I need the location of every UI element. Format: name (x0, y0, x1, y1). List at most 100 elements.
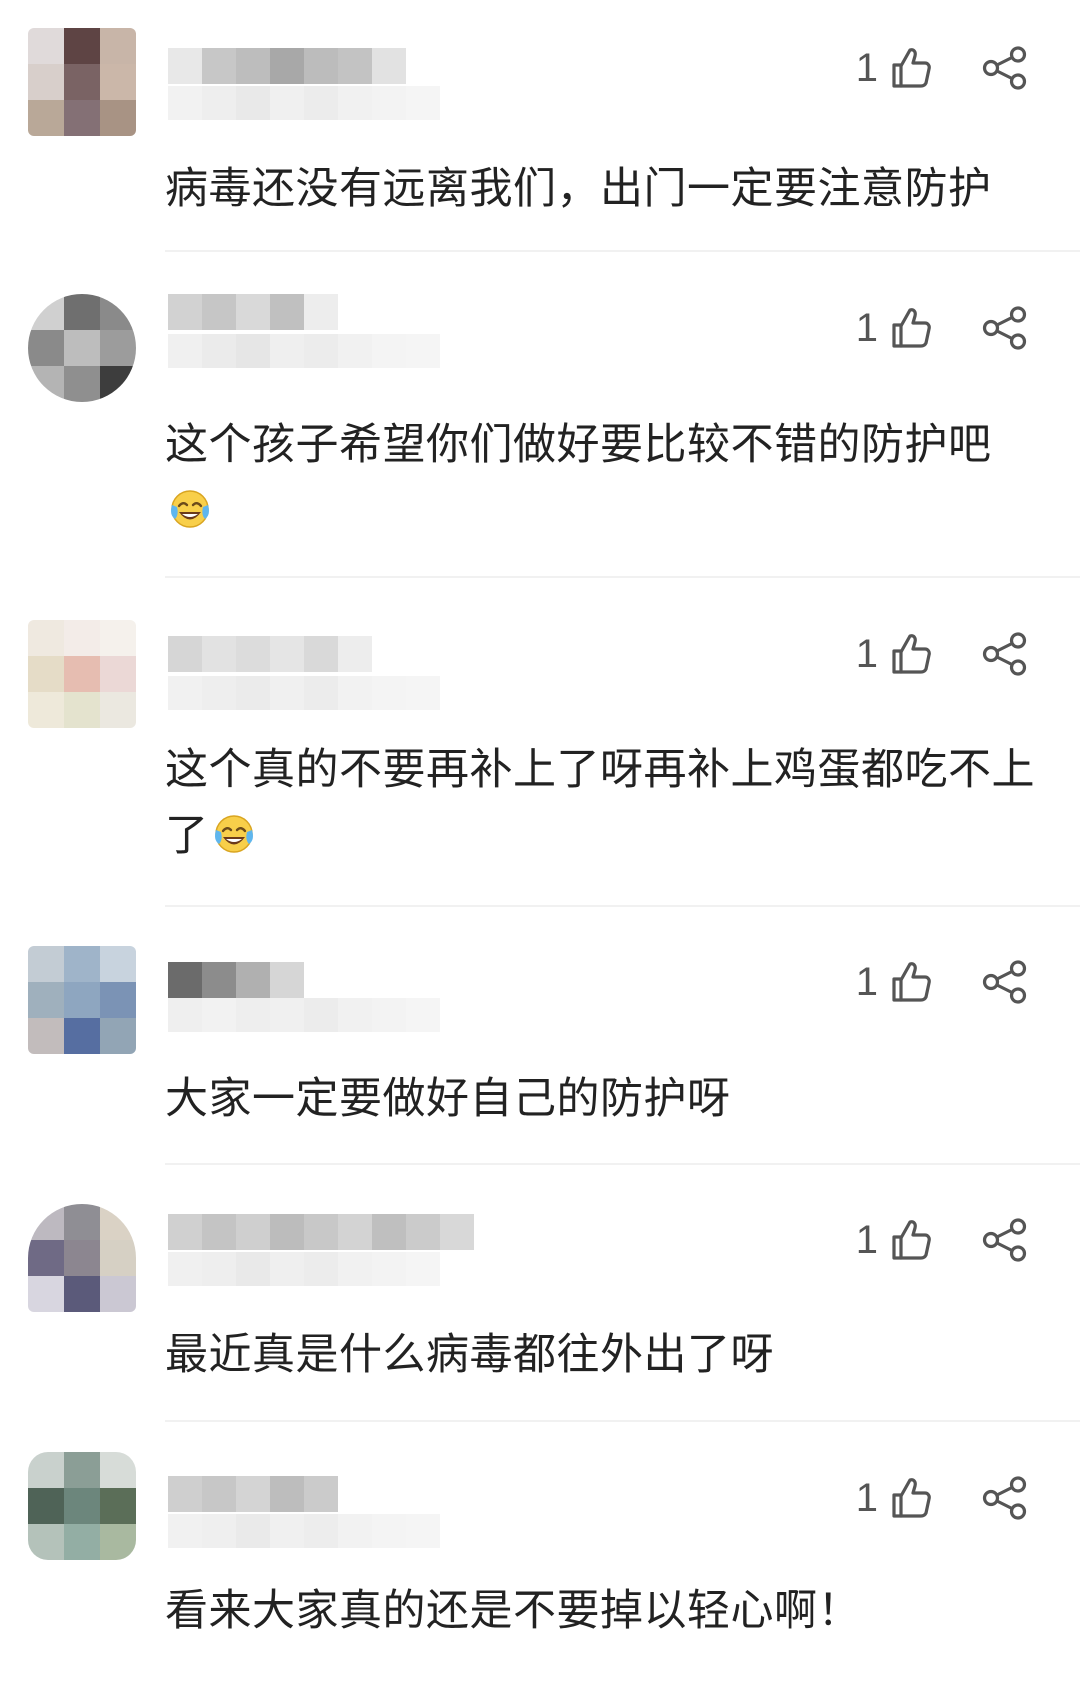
like-count: 1 (855, 960, 878, 1004)
avatar-pixel (100, 1276, 136, 1312)
avatar-pixel (28, 1452, 64, 1488)
username-blurred[interactable] (168, 962, 304, 998)
avatar-pixel (64, 656, 100, 692)
avatar-pixel (64, 64, 100, 100)
share-icon[interactable] (980, 628, 1030, 680)
avatar-pixel (28, 100, 64, 136)
avatar-pixel (64, 330, 100, 366)
share-icon[interactable] (980, 302, 1030, 354)
avatar-pixel (28, 1204, 64, 1240)
avatar-pixel (64, 1524, 100, 1560)
avatar-pixel (100, 1018, 136, 1054)
avatar-pixel (28, 64, 64, 100)
timestamp-location-blurred (168, 334, 440, 368)
username-blurred[interactable] (168, 48, 406, 84)
avatar-pixel (28, 28, 64, 64)
avatar-pixel (64, 946, 100, 982)
username-blurred[interactable] (168, 1476, 338, 1512)
avatar[interactable] (28, 294, 136, 402)
share-icon[interactable] (980, 42, 1030, 94)
avatar-pixel (28, 982, 64, 1018)
thumbs-up-icon[interactable] (886, 302, 936, 354)
thumbs-up-icon[interactable] (886, 1472, 936, 1524)
avatar-pixel (64, 1240, 100, 1276)
comment-text-content: 最近真是什么病毒都往外出了呀 (165, 1330, 774, 1380)
comment-actions: 1 (856, 628, 1030, 680)
thumbs-up-icon[interactable] (886, 956, 936, 1008)
like-count: 1 (855, 306, 878, 350)
avatar-pixel (100, 64, 136, 100)
avatar-pixel (64, 100, 100, 136)
avatar-pixel (64, 366, 100, 402)
avatar-pixel (28, 620, 64, 656)
avatar-pixel (28, 1240, 64, 1276)
avatar-pixel (28, 330, 64, 366)
avatar-pixel (100, 1452, 136, 1488)
face-with-tears-of-joy-emoji (167, 484, 213, 530)
avatar-pixel (28, 1018, 64, 1054)
avatar-pixel (100, 1204, 136, 1240)
avatar-pixel (100, 100, 136, 136)
like-count: 1 (855, 1218, 878, 1262)
avatar-pixel (100, 692, 136, 728)
avatar-pixel (100, 28, 136, 64)
divider (165, 905, 1080, 907)
divider (165, 1420, 1080, 1422)
avatar-pixel (100, 656, 136, 692)
username-blurred[interactable] (168, 1214, 474, 1250)
avatar-pixel (28, 692, 64, 728)
comment-text: 看来大家真的还是不要掉以轻心啊！ (165, 1578, 1045, 1644)
comment-text: 这个真的不要再补上了呀再补上鸡蛋都吃不上了 (165, 737, 1045, 869)
avatar-pixel (100, 982, 136, 1018)
thumbs-up-icon[interactable] (886, 628, 936, 680)
divider (165, 1163, 1080, 1165)
avatar-pixel (64, 1018, 100, 1054)
avatar-pixel (28, 1524, 64, 1560)
avatar-pixel (28, 1276, 64, 1312)
avatar-pixel (64, 1488, 100, 1524)
comment-text-content: 这个真的不要再补上了呀再补上鸡蛋都吃不上了 (165, 745, 1035, 861)
comment-actions: 1 (856, 302, 1030, 354)
share-icon[interactable] (980, 1472, 1030, 1524)
avatar-pixel (64, 1452, 100, 1488)
avatar-pixel (64, 294, 100, 330)
avatar-pixel (100, 620, 136, 656)
avatar-pixel (64, 28, 100, 64)
avatar[interactable] (28, 1452, 136, 1560)
comment-text-content: 病毒还没有远离我们，出门一定要注意防护 (165, 164, 992, 214)
comments-screen: { "comments": [ { "like_count": "1", "te… (0, 0, 1080, 1687)
comment-text-content: 这个孩子希望你们做好要比较不错的防护吧 (165, 420, 992, 470)
comment-actions: 1 (856, 956, 1030, 1008)
comment-text-content: 大家一定要做好自己的防护呀 (165, 1074, 731, 1124)
thumbs-up-icon[interactable] (886, 1214, 936, 1266)
comment-actions: 1 (856, 1214, 1030, 1266)
avatar[interactable] (28, 1204, 136, 1312)
timestamp-location-blurred (168, 86, 440, 120)
avatar[interactable] (28, 946, 136, 1054)
divider (165, 576, 1080, 578)
avatar-pixel (64, 1204, 100, 1240)
avatar[interactable] (28, 620, 136, 728)
avatar-pixel (28, 656, 64, 692)
avatar-pixel (64, 692, 100, 728)
username-blurred[interactable] (168, 294, 338, 330)
avatar-pixel (28, 946, 64, 982)
avatar-pixel (100, 366, 136, 402)
share-icon[interactable] (980, 1214, 1030, 1266)
avatar-pixel (100, 1524, 136, 1560)
avatar-pixel (28, 1488, 64, 1524)
face-with-tears-of-joy-emoji (211, 809, 257, 855)
share-icon[interactable] (980, 956, 1030, 1008)
comment-text: 这个孩子希望你们做好要比较不错的防护吧 (165, 412, 1045, 544)
avatar-pixel (100, 330, 136, 366)
avatar-pixel (28, 366, 64, 402)
like-count: 1 (855, 46, 878, 90)
comment-text: 最近真是什么病毒都往外出了呀 (165, 1322, 1045, 1388)
username-blurred[interactable] (168, 636, 372, 672)
comment-actions: 1 (856, 42, 1030, 94)
comment-text-content: 看来大家真的还是不要掉以轻心啊！ (165, 1586, 861, 1636)
thumbs-up-icon[interactable] (886, 42, 936, 94)
like-count: 1 (855, 1476, 878, 1520)
avatar[interactable] (28, 28, 136, 136)
timestamp-location-blurred (168, 1252, 440, 1286)
